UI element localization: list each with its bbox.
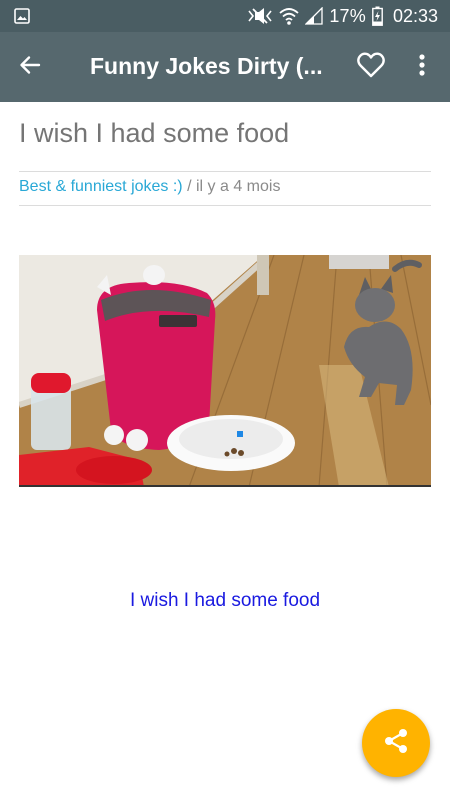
battery-charging-icon — [372, 6, 383, 26]
meta-separator: / — [182, 178, 196, 195]
toolbar-title: Funny Jokes Dirty (... — [90, 53, 323, 79]
share-fab[interactable] — [362, 709, 430, 777]
overflow-menu-button[interactable] — [408, 51, 436, 83]
category-link[interactable]: Best & funniest jokes :) — [19, 178, 183, 195]
app-toolbar: Funny Jokes Dirty (... — [0, 32, 450, 102]
wifi-icon — [279, 7, 299, 25]
divider — [19, 171, 431, 172]
more-vert-icon — [418, 53, 426, 82]
post-image[interactable] — [19, 255, 431, 487]
caption-link[interactable]: I wish I had some food — [0, 590, 450, 612]
clock: 02:33 — [392, 5, 438, 26]
mute-icon — [247, 7, 273, 25]
favorite-button[interactable] — [355, 51, 387, 83]
image-icon — [14, 8, 30, 24]
post-time-ago: il y a 4 mois — [195, 178, 281, 195]
post-meta: Best & funniest jokes :) / il y a 4 mois — [19, 178, 280, 196]
arrow-back-icon — [18, 53, 42, 82]
post-title: I wish I had some food — [19, 118, 290, 148]
divider — [19, 205, 431, 206]
share-icon — [382, 727, 410, 760]
heart-outline-icon — [357, 51, 385, 83]
battery-percent: 17% — [329, 5, 366, 26]
status-bar: 17% 02:33 — [0, 0, 450, 32]
status-indicators: 17% 02:33 — [247, 0, 438, 32]
back-button[interactable] — [14, 51, 46, 83]
signal-icon — [305, 7, 323, 25]
